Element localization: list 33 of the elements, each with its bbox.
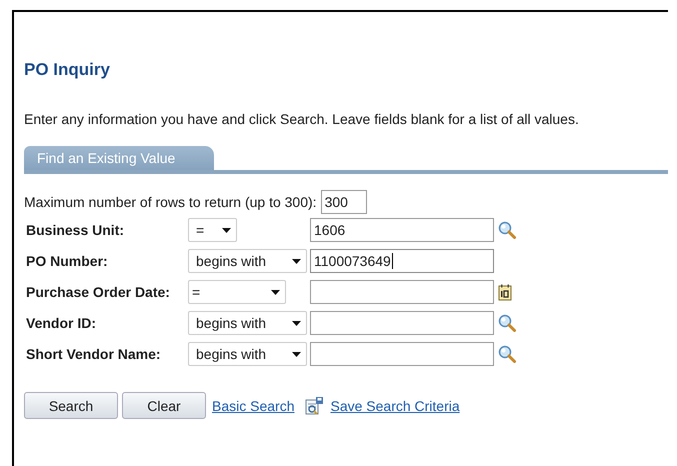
operator-dropdown[interactable]: = — [188, 218, 237, 242]
caret-icon — [292, 320, 301, 326]
search-icon[interactable] — [498, 221, 516, 239]
field-label: Purchase Order Date: — [25, 284, 171, 300]
button[interactable]: Search — [24, 392, 118, 419]
max-rows-label: Maximum number of rows to return (up to 300): — [24, 194, 317, 210]
page-title: PO Inquiry — [24, 60, 111, 81]
link[interactable]: Basic Search — [212, 398, 294, 414]
operator-dropdown[interactable]: begins with — [188, 311, 307, 335]
link[interactable]: Save Search Criteria — [330, 398, 460, 414]
field-label: Business Unit: — [25, 222, 126, 238]
input-field[interactable] — [310, 280, 494, 304]
input-field[interactable]: 1100073649 — [310, 249, 494, 273]
input-field[interactable] — [310, 311, 494, 335]
operator-dropdown[interactable]: begins with — [188, 342, 307, 366]
field-label: PO Number: — [25, 253, 109, 269]
caret-icon — [292, 352, 301, 356]
caret-icon — [222, 228, 231, 232]
instructions-text: Enter any information you have and click Search. Leave fields blank for a list of all values. — [24, 111, 580, 127]
calendar-icon[interactable] — [498, 284, 512, 300]
field-label: Short Vendor Name: — [25, 346, 162, 362]
max-rows-field[interactable]: 300 — [320, 190, 367, 214]
button[interactable]: Clear — [122, 392, 206, 419]
caret-icon — [292, 258, 301, 264]
operator-dropdown[interactable]: begins with — [188, 249, 307, 273]
search-icon[interactable] — [498, 345, 516, 363]
search-icon[interactable] — [498, 314, 516, 332]
caret-icon — [271, 290, 280, 294]
input-field[interactable]: 1606 — [310, 218, 494, 242]
operator-dropdown[interactable]: = — [188, 280, 286, 304]
save-search-icon[interactable] — [305, 396, 326, 414]
input-field[interactable] — [310, 342, 494, 366]
field-label: Vendor ID: — [25, 315, 98, 331]
